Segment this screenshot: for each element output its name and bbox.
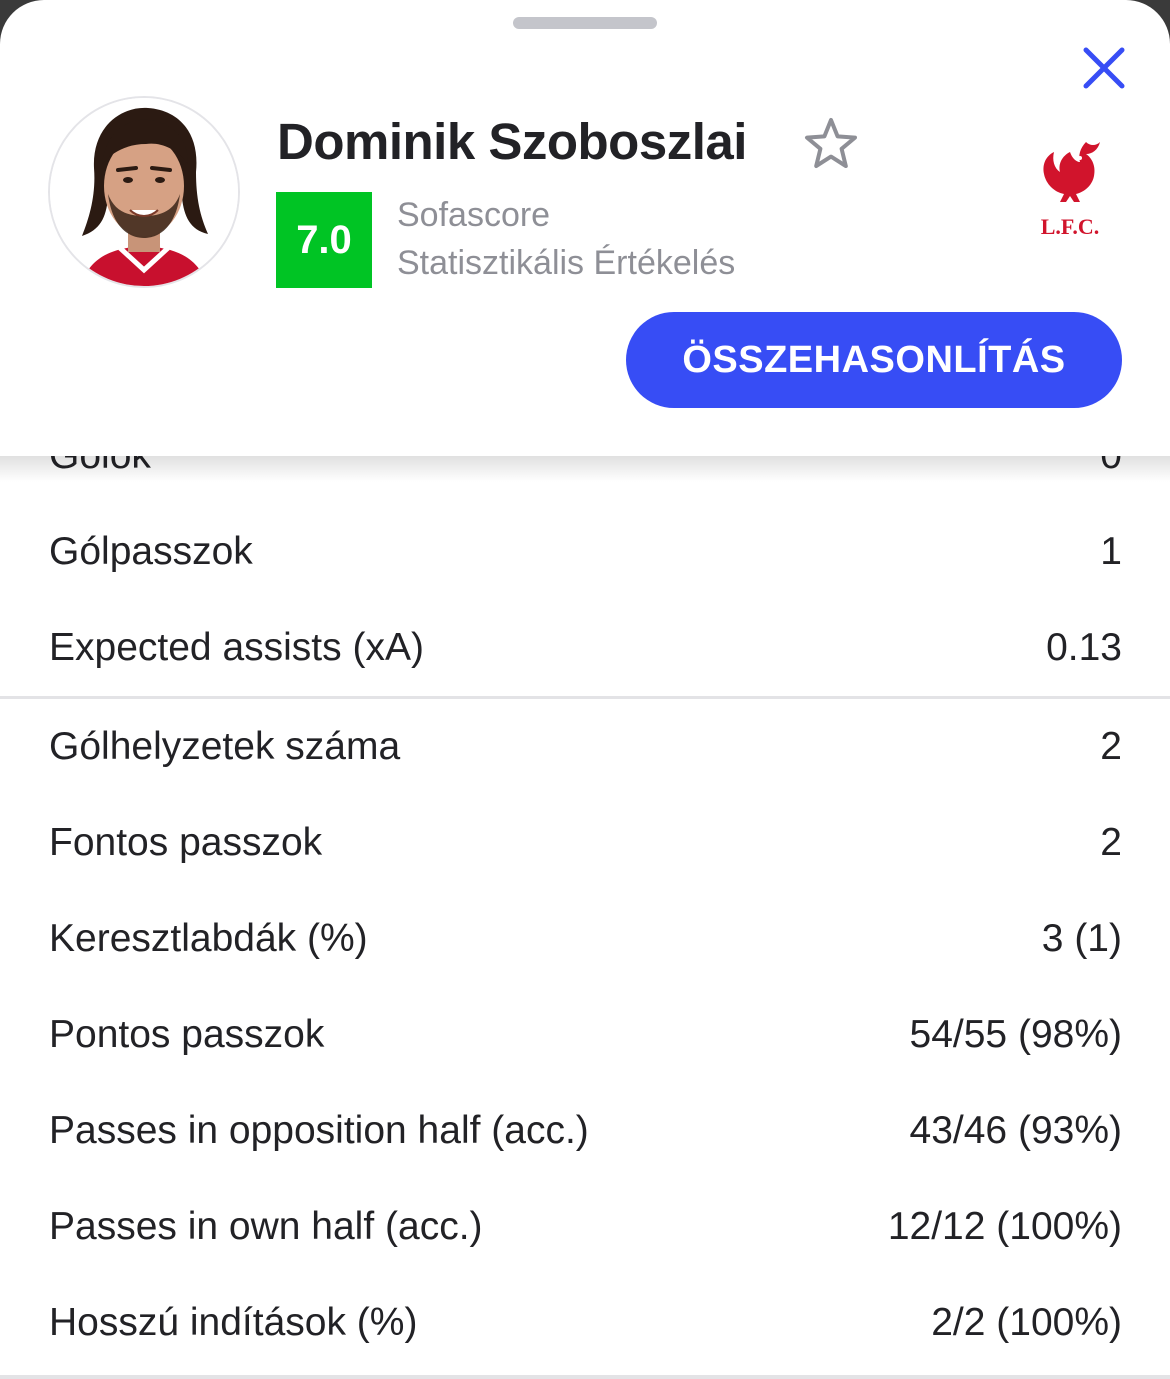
stat-row: Fontos passzok 2 bbox=[0, 795, 1170, 891]
stat-row: Hosszú indítások (%) 2/2 (100%) bbox=[0, 1275, 1170, 1371]
stat-label: Fontos passzok bbox=[49, 821, 323, 864]
rating-type-label: Statisztikális Értékelés bbox=[397, 244, 736, 282]
stat-value: 2 bbox=[1100, 821, 1122, 864]
close-icon[interactable] bbox=[1076, 40, 1132, 96]
player-name: Dominik Szoboszlai bbox=[277, 113, 747, 170]
stat-row: Keresztlabdák (%) 3 (1) bbox=[0, 891, 1170, 987]
header-shadow bbox=[0, 456, 1170, 482]
stats-list[interactable]: Gólok0Gólpasszok1Expected assists (xA)0.… bbox=[0, 456, 1170, 1379]
bottom-divider bbox=[0, 1375, 1170, 1379]
stat-label: Pontos passzok bbox=[49, 1013, 325, 1056]
stat-row: Gólpasszok 1 bbox=[0, 504, 1170, 600]
liverbird-crest-icon[interactable]: L.F.C. bbox=[1036, 136, 1104, 240]
stat-row: Pontos passzok 54/55 (98%) bbox=[0, 987, 1170, 1083]
club-logo-text: L.F.C. bbox=[1041, 214, 1099, 239]
compare-button[interactable]: ÖSSZEHASONLÍTÁS bbox=[626, 312, 1122, 408]
stat-value: 2/2 (100%) bbox=[931, 1301, 1122, 1344]
rating-badge[interactable]: 7.0 bbox=[276, 192, 372, 288]
stat-value: 43/46 (93%) bbox=[909, 1109, 1122, 1152]
stat-label: Passes in opposition half (acc.) bbox=[49, 1109, 589, 1152]
stat-row: Expected assists (xA) 0.13 bbox=[0, 600, 1170, 696]
rating-source-label: Sofascore bbox=[397, 196, 551, 234]
stat-value: 1 bbox=[1100, 530, 1122, 573]
stat-label: Gólpasszok bbox=[49, 530, 253, 573]
player-detail-sheet: Dominik Szoboszlai 7.0 Sofascore Statisz… bbox=[0, 0, 1170, 1379]
stat-label: Gólhelyzetek száma bbox=[49, 725, 401, 768]
stat-row: Passes in opposition half (acc.) 43/46 (9… bbox=[0, 1083, 1170, 1179]
player-avatar bbox=[48, 96, 240, 288]
stat-label: Expected assists (xA) bbox=[49, 626, 424, 669]
sheet-grabber[interactable] bbox=[513, 17, 657, 29]
stat-label: Hosszú indítások (%) bbox=[49, 1301, 418, 1344]
stat-value: 54/55 (98%) bbox=[909, 1013, 1122, 1056]
stat-value: 2 bbox=[1100, 725, 1122, 768]
stat-label: Passes in own half (acc.) bbox=[49, 1205, 483, 1248]
star-outline-icon[interactable] bbox=[800, 114, 862, 176]
stat-label: Keresztlabdák (%) bbox=[49, 917, 368, 960]
stat-row: Passes in own half (acc.) 12/12 (100%) bbox=[0, 1179, 1170, 1275]
stat-row: Gólhelyzetek száma 2 bbox=[0, 699, 1170, 795]
stat-value: 12/12 (100%) bbox=[887, 1205, 1122, 1248]
stat-value: 3 (1) bbox=[1041, 917, 1122, 960]
stat-value: 0.13 bbox=[1046, 626, 1122, 669]
